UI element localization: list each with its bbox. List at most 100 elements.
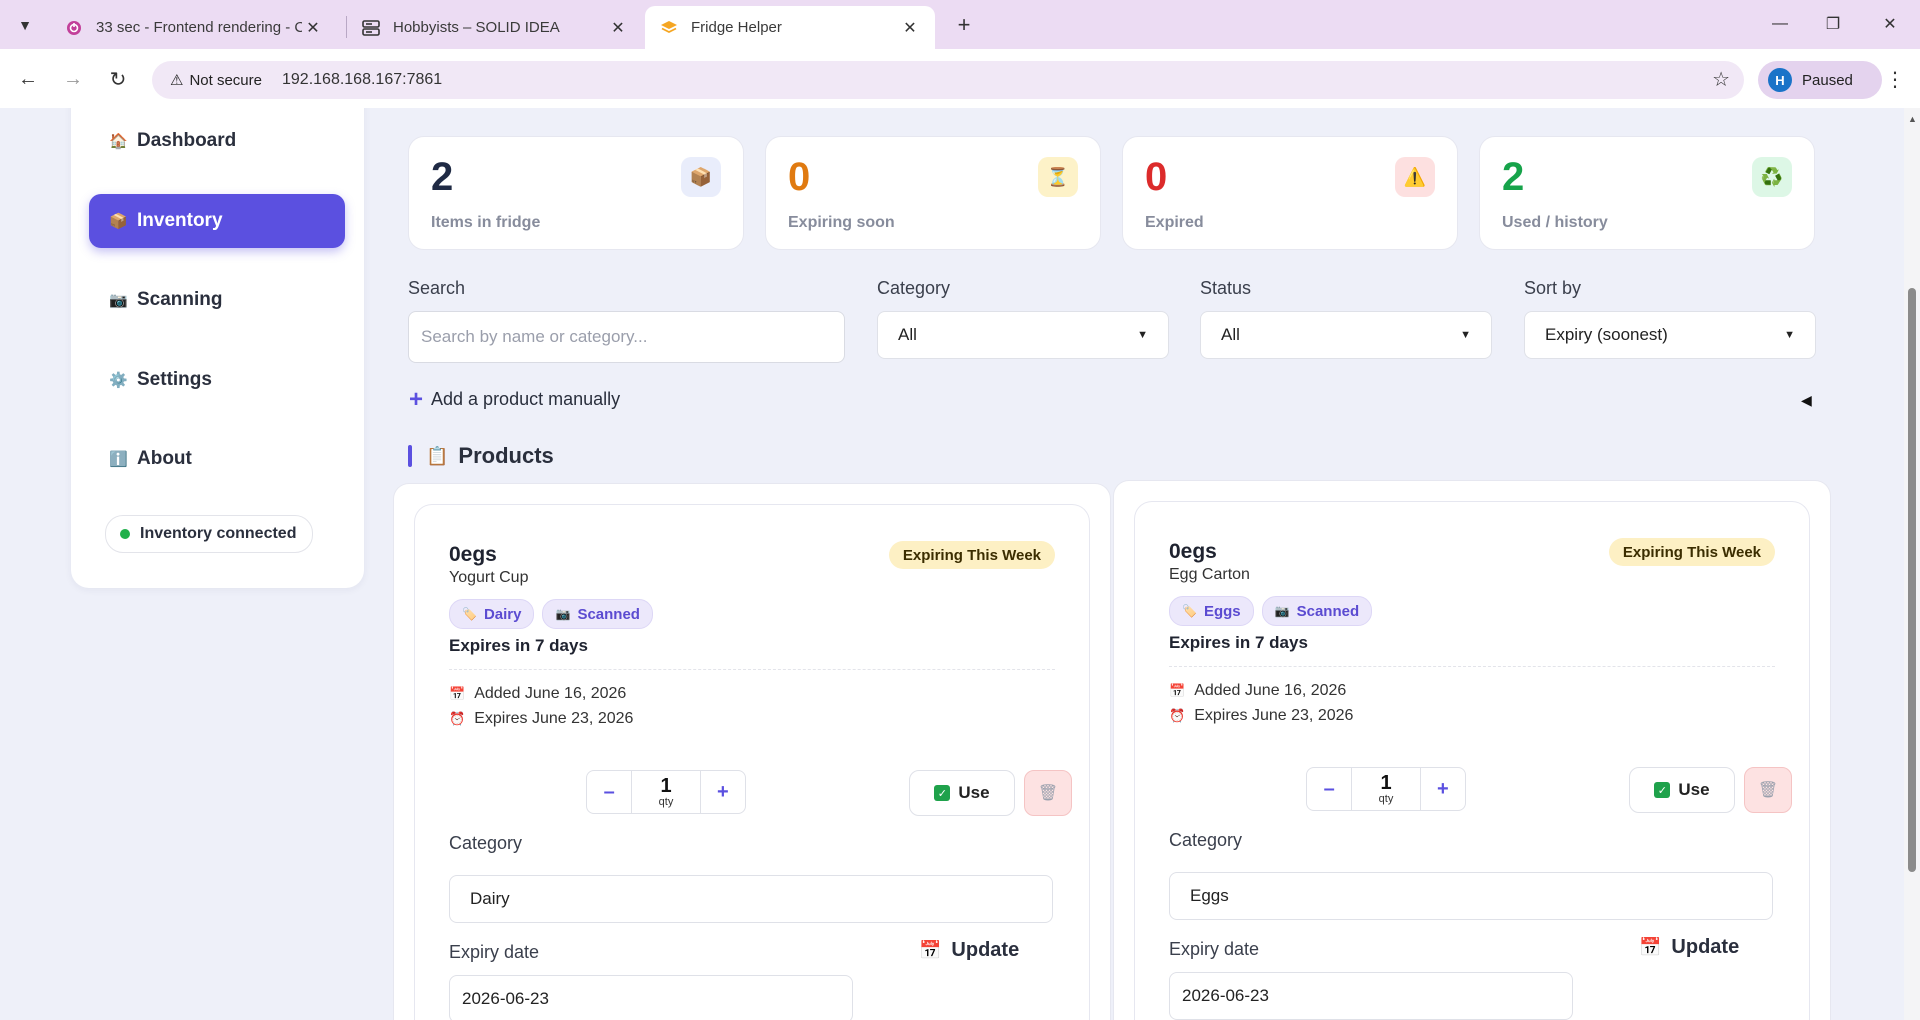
tab-search-button[interactable]: ▼	[10, 10, 40, 40]
use-button[interactable]: ✓ Use	[1629, 767, 1735, 813]
scroll-up-arrow-icon[interactable]: ▲	[1908, 114, 1917, 124]
product-card: 0egs Yogurt Cup Expiring This Week 🏷️ Dai…	[414, 504, 1090, 1020]
alarm-clock-icon: ⏰	[1169, 708, 1186, 723]
expires-in-text: Expires in 7 days	[1169, 633, 1308, 652]
browser-tab-1[interactable]: 33 sec - Frontend rendering - C ✕	[50, 6, 338, 49]
tag-label: Eggs	[1203, 602, 1241, 620]
stat-card-items-in-fridge: 2 Items in fridge 📦	[408, 136, 744, 250]
arrow-left-icon: ←	[18, 67, 38, 90]
decrement-button[interactable]: –	[1307, 768, 1351, 810]
product-name: 0egs	[1169, 540, 1217, 563]
product-subtitle: Yogurt Cup	[449, 569, 529, 586]
stat-card-expired: 0 Expired ⚠️	[1122, 136, 1458, 250]
profile-button[interactable]: H Paused	[1758, 61, 1882, 99]
category-field[interactable]: Dairy	[449, 875, 1053, 923]
minimize-button[interactable]: —	[1755, 6, 1805, 42]
use-button[interactable]: ✓ Use	[909, 770, 1015, 816]
stat-value: 0	[1145, 155, 1168, 199]
expiry-date-input[interactable]: 2026-06-23	[1169, 972, 1573, 1020]
delete-button[interactable]: 🗑	[1744, 767, 1792, 813]
close-tab-icon[interactable]: ✕	[302, 17, 324, 39]
close-tab-icon[interactable]: ✕	[607, 17, 629, 39]
sidebar-item-settings[interactable]: ⚙️ Settings	[89, 353, 345, 407]
stat-label: Items in fridge	[431, 214, 541, 231]
select-value: All	[1221, 325, 1240, 344]
decrement-button[interactable]: –	[587, 771, 631, 813]
stat-value: 2	[1502, 155, 1525, 199]
close-window-button[interactable]: ✕	[1865, 6, 1915, 42]
stat-label: Expiring soon	[788, 214, 895, 231]
browser-toolbar: ← → ↻ ⚠ Not secure 192.168.168.167:7861 …	[0, 49, 1920, 108]
category-field[interactable]: Eggs	[1169, 872, 1773, 920]
warning-icon: ⚠️	[1395, 157, 1435, 197]
info-icon: ℹ️	[109, 451, 128, 468]
increment-button[interactable]: +	[1421, 768, 1465, 810]
sidebar-item-scanning[interactable]: 📷 Scanning	[89, 273, 345, 327]
calendar-icon: 📅	[919, 940, 942, 960]
page-scrollbar[interactable]: ▲	[1904, 108, 1920, 1020]
quantity-stepper: – 1 qty +	[586, 770, 746, 814]
status-badge: Expiring This Week	[1608, 538, 1775, 566]
expiry-date-label: Expiry date	[449, 942, 540, 962]
search-input[interactable]	[408, 311, 845, 363]
status-badge: Expiring This Week	[888, 541, 1055, 569]
update-button[interactable]: 📅 Update	[1639, 936, 1739, 959]
browser-tab-2[interactable]: Hobbyists – SOLID IDEA ✕	[347, 6, 643, 49]
clipboard-icon: 📋	[426, 445, 449, 466]
add-product-manually-toggle[interactable]: + Add a product manually	[409, 387, 620, 411]
section-accent-bar	[408, 445, 412, 467]
expires-in-text: Expires in 7 days	[449, 636, 588, 655]
browser-menu-button[interactable]: ⋮	[1880, 63, 1910, 95]
scrollbar-thumb[interactable]	[1908, 288, 1916, 872]
back-button[interactable]: ←	[12, 63, 44, 95]
browser-tab-bar: ▼ 33 sec - Frontend rendering - C ✕ Hobb…	[0, 0, 1920, 49]
expiry-date-text-row: ⏰ Expires June 23, 2026	[449, 710, 633, 728]
browser-tab-3-active[interactable]: Fridge Helper ✕	[645, 6, 935, 49]
check-box-icon: ✓	[934, 785, 951, 801]
sidebar-item-dashboard[interactable]: 🏠 Dashboard	[89, 114, 345, 168]
sort-select[interactable]: Expiry (soonest) ▼	[1524, 311, 1816, 359]
url-text[interactable]: 192.168.168.167:7861	[282, 71, 442, 89]
delete-button[interactable]: 🗑	[1024, 770, 1072, 816]
warning-triangle-icon: ⚠	[170, 72, 184, 89]
security-indicator[interactable]: ⚠ Not secure	[162, 65, 270, 95]
camera-icon: 📷	[109, 292, 128, 309]
status-filter-select[interactable]: All ▼	[1200, 311, 1492, 359]
category-filter-select[interactable]: All ▼	[877, 311, 1169, 359]
close-tab-icon[interactable]: ✕	[899, 17, 921, 39]
address-bar[interactable]: ⚠ Not secure 192.168.168.167:7861 ☆	[152, 61, 1744, 99]
package-icon: 📦	[681, 157, 721, 197]
calendar-icon: 📅	[449, 686, 466, 701]
sidebar-item-label: Settings	[137, 369, 212, 390]
product-subtitle: Egg Carton	[1169, 566, 1250, 583]
update-label: Update	[1671, 936, 1740, 958]
expiry-date-text-row: ⏰ Expires June 23, 2026	[1169, 707, 1353, 725]
sidebar-item-about[interactable]: ℹ️ About	[89, 432, 345, 486]
divider	[1169, 666, 1775, 667]
restore-button[interactable]: ❐	[1808, 6, 1858, 42]
product-tags: 🏷️ Eggs 📷 Scanned	[1169, 596, 1373, 626]
update-button[interactable]: 📅 Update	[919, 939, 1019, 962]
category-field-label: Category	[1169, 830, 1243, 850]
stat-value: 2	[431, 155, 454, 199]
collapse-triangle-icon[interactable]: ◀	[1801, 392, 1812, 409]
page-viewport: 🏠 Dashboard 📦 Inventory 📷 Scanning ⚙️ Se…	[0, 108, 1904, 1020]
sidebar-item-inventory[interactable]: 📦 Inventory	[89, 194, 345, 248]
reload-icon: ↻	[109, 68, 127, 91]
reload-button[interactable]: ↻	[102, 63, 134, 95]
bookmark-star-icon[interactable]: ☆	[1712, 67, 1730, 92]
trash-icon: 🗑	[1757, 782, 1779, 799]
category-field-value: Eggs	[1190, 886, 1229, 905]
forward-button[interactable]: →	[57, 63, 89, 95]
gear-icon: ⚙️	[109, 372, 128, 389]
expiry-date-input[interactable]: 2026-06-23	[449, 975, 853, 1020]
quantity-value: 1	[660, 775, 672, 797]
select-value: All	[898, 325, 917, 344]
use-label: Use	[1678, 780, 1710, 799]
restore-icon: ❐	[1825, 16, 1841, 33]
package-icon: 📦	[109, 213, 128, 230]
new-tab-button[interactable]: +	[949, 10, 979, 40]
status-dot-icon	[120, 529, 130, 539]
update-label: Update	[951, 939, 1020, 961]
increment-button[interactable]: +	[701, 771, 745, 813]
